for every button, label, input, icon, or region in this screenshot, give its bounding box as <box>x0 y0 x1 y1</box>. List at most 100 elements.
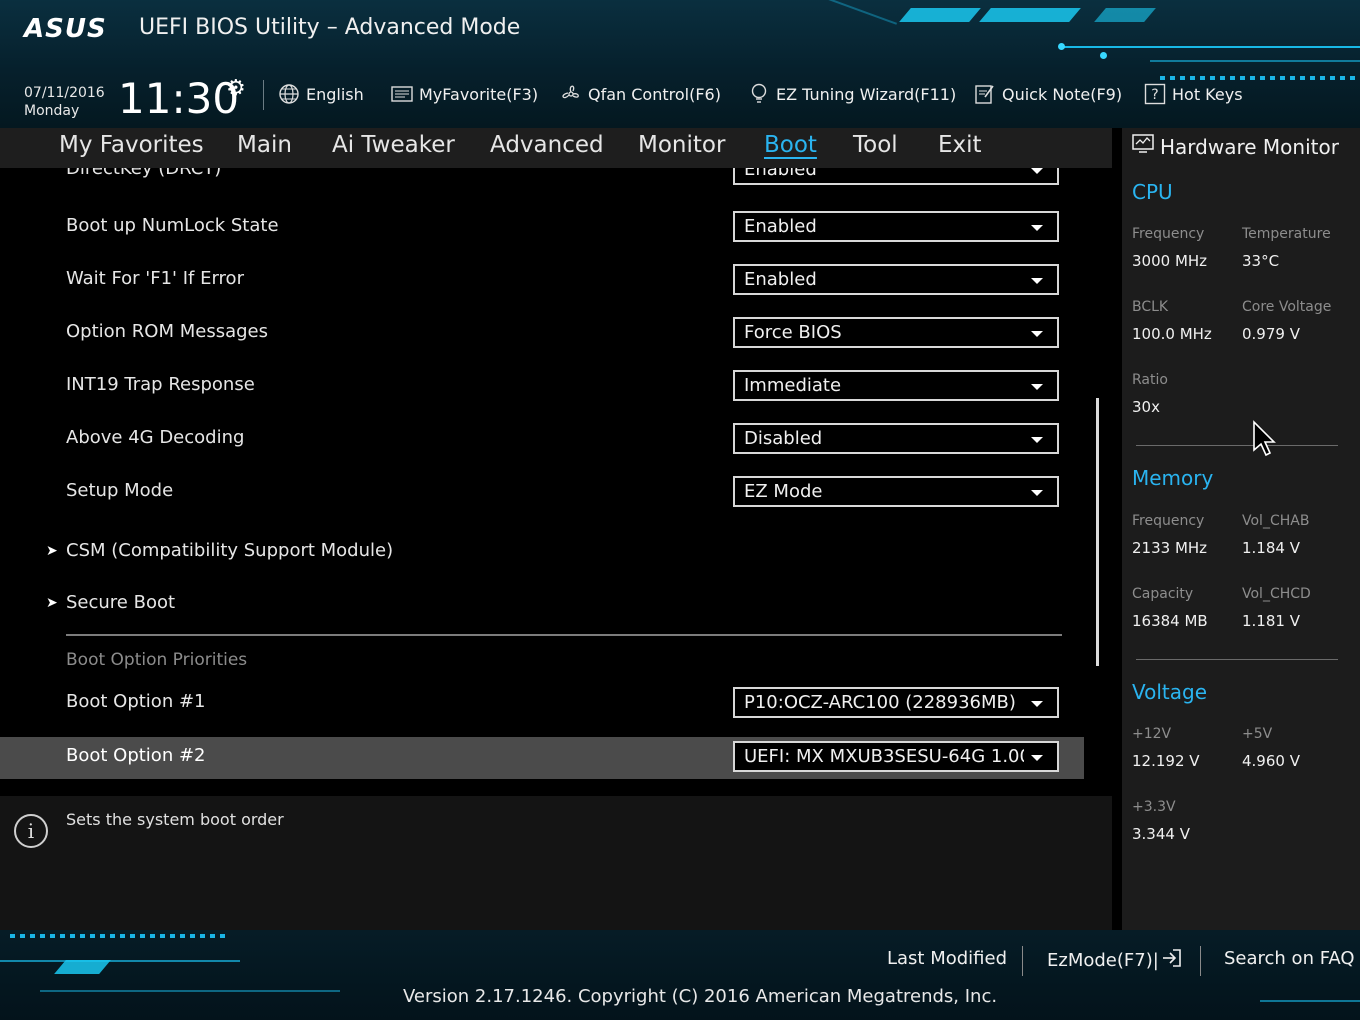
quick-note-label: Quick Note(F9) <box>1002 84 1123 104</box>
option-rom-dropdown[interactable]: Force BIOS <box>733 317 1059 348</box>
qfan-control-button[interactable]: Qfan Control(F6) <box>560 84 721 104</box>
help-text: Sets the system boot order <box>66 810 284 829</box>
v12-label: +12V <box>1132 726 1172 742</box>
asus-logo: ASUS <box>24 14 107 44</box>
myfavorite-button[interactable]: MyFavorite(F3) <box>391 84 538 104</box>
decor-stripe <box>1094 8 1156 22</box>
header-bar: ASUS UEFI BIOS Utility – Advanced Mode 0… <box>0 0 1360 128</box>
help-icon: ? <box>1144 83 1166 105</box>
v5-label: +5V <box>1242 726 1273 742</box>
dropdown-arrow-icon <box>1031 701 1043 707</box>
chevron-right-icon: ➤ <box>46 595 58 611</box>
decor-line <box>40 990 340 992</box>
tab-advanced[interactable]: Advanced <box>490 132 604 158</box>
submenu-secure-boot[interactable]: ➤ Secure Boot <box>0 582 1084 624</box>
ez-tuning-wizard-label: EZ Tuning Wizard(F11) <box>776 84 957 104</box>
submenu-csm[interactable]: ➤ CSM (Compatibility Support Module) <box>0 530 1084 572</box>
memory-frequency-label: Frequency <box>1132 513 1205 529</box>
tab-my-favorites[interactable]: My Favorites <box>59 132 204 158</box>
setting-row-boot-option-2[interactable]: Boot Option #2 UEFI: MX MXUB3SESU-64G 1.… <box>0 737 1084 779</box>
decor-stripe <box>979 8 1081 22</box>
fan-icon <box>560 84 582 104</box>
dropdown-value: Immediate <box>744 375 842 396</box>
dropdown-arrow-icon <box>1031 168 1043 174</box>
boot-option-1-dropdown[interactable]: P10:OCZ-ARC100 (228936MB) <box>733 687 1059 718</box>
footer-separator <box>1200 946 1201 976</box>
setting-row-wait-f1[interactable]: Wait For 'F1' If Error Enabled <box>0 258 1084 300</box>
tab-monitor[interactable]: Monitor <box>638 132 725 158</box>
last-modified-button[interactable]: Last Modified <box>887 948 1007 969</box>
v12-value: 12.192 V <box>1132 752 1200 770</box>
numlock-dropdown[interactable]: Enabled <box>733 211 1059 242</box>
vol-chcd-value: 1.181 V <box>1242 612 1300 630</box>
clock-settings-gear-icon[interactable]: ⚙ <box>226 76 246 101</box>
wait-f1-dropdown[interactable]: Enabled <box>733 264 1059 295</box>
setting-row-int19[interactable]: INT19 Trap Response Immediate <box>0 364 1084 406</box>
dropdown-arrow-icon <box>1031 490 1043 496</box>
settings-panel: DirectKey (DRCT) Enabled Boot up NumLock… <box>0 168 1112 788</box>
monitor-icon <box>1132 134 1154 159</box>
note-icon <box>974 84 996 104</box>
section-divider <box>66 634 1062 636</box>
decor-stripe <box>899 8 981 22</box>
voltage-section-title: Voltage <box>1132 680 1208 704</box>
dropdown-value: Force BIOS <box>744 322 842 343</box>
myfavorite-label: MyFavorite(F3) <box>419 84 539 104</box>
search-faq-button[interactable]: Search on FAQ <box>1224 948 1355 969</box>
setting-label: DirectKey (DRCT) <box>66 168 222 179</box>
ezmode-button[interactable]: EzMode(F7)| <box>1047 948 1183 973</box>
vol-chcd-label: Vol_CHCD <box>1242 586 1311 602</box>
ratio-value: 30x <box>1132 398 1160 416</box>
chevron-right-icon: ➤ <box>46 543 58 559</box>
dropdown-value: Enabled <box>744 269 817 290</box>
setting-row-directkey[interactable]: DirectKey (DRCT) Enabled <box>0 168 1084 190</box>
decor-line <box>1260 1000 1360 1002</box>
core-voltage-value: 0.979 V <box>1242 325 1300 343</box>
quick-note-button[interactable]: Quick Note(F9) <box>974 84 1122 104</box>
v5-value: 4.960 V <box>1242 752 1300 770</box>
decor-line <box>1150 60 1360 62</box>
hot-keys-button[interactable]: ? Hot Keys <box>1144 83 1243 105</box>
capacity-value: 16384 MB <box>1132 612 1208 630</box>
settings-scrollbar[interactable] <box>1096 398 1099 666</box>
setting-label: Boot Option #2 <box>66 745 206 766</box>
ratio-label: Ratio <box>1132 372 1168 388</box>
cpu-frequency-value: 3000 MHz <box>1132 252 1208 270</box>
footer-bar: Last Modified EzMode(F7)| Search on FAQ … <box>0 930 1360 1020</box>
setup-mode-dropdown[interactable]: EZ Mode <box>733 476 1059 507</box>
tab-exit[interactable]: Exit <box>938 132 982 158</box>
info-icon: i <box>14 814 48 848</box>
app-title: UEFI BIOS Utility – Advanced Mode <box>139 15 521 40</box>
setting-row-numlock[interactable]: Boot up NumLock State Enabled <box>0 205 1084 247</box>
dropdown-arrow-icon <box>1031 331 1043 337</box>
above-4g-dropdown[interactable]: Disabled <box>733 423 1059 454</box>
dropdown-arrow-icon <box>1031 437 1043 443</box>
setting-row-above-4g[interactable]: Above 4G Decoding Disabled <box>0 417 1084 459</box>
decor-dot <box>1058 43 1065 50</box>
tab-tool[interactable]: Tool <box>853 132 898 158</box>
qfan-control-label: Qfan Control(F6) <box>588 84 721 104</box>
tab-boot[interactable]: Boot <box>764 132 817 158</box>
help-panel: i Sets the system boot order <box>0 796 1112 930</box>
v33-label: +3.3V <box>1132 799 1176 815</box>
section-divider <box>1136 445 1338 446</box>
toolbar-separator <box>263 80 264 110</box>
setting-label: Boot up NumLock State <box>66 215 279 236</box>
tab-ai-tweaker[interactable]: Ai Tweaker <box>332 132 455 158</box>
exit-arrow-icon <box>1161 948 1183 973</box>
int19-dropdown[interactable]: Immediate <box>733 370 1059 401</box>
tab-main[interactable]: Main <box>237 132 292 158</box>
language-button[interactable]: English <box>278 84 364 104</box>
ez-tuning-wizard-button[interactable]: EZ Tuning Wizard(F11) <box>748 83 957 104</box>
decor-dashes <box>10 934 230 938</box>
hardware-monitor-panel: Hardware Monitor CPU Frequency Temperatu… <box>1122 128 1360 932</box>
setting-dropdown[interactable]: Enabled <box>733 168 1059 185</box>
setting-row-option-rom[interactable]: Option ROM Messages Force BIOS <box>0 311 1084 353</box>
decor-dashes <box>1160 76 1360 80</box>
setting-row-boot-option-1[interactable]: Boot Option #1 P10:OCZ-ARC100 (228936MB) <box>0 681 1084 723</box>
boot-option-2-dropdown[interactable]: UEFI: MX MXUB3SESU-64G 1.00, <box>733 741 1059 772</box>
dropdown-value: Enabled <box>744 168 817 180</box>
setting-row-setup-mode[interactable]: Setup Mode EZ Mode <box>0 470 1084 512</box>
submenu-label: Secure Boot <box>66 592 176 613</box>
cpu-temperature-value: 33°C <box>1242 252 1280 270</box>
